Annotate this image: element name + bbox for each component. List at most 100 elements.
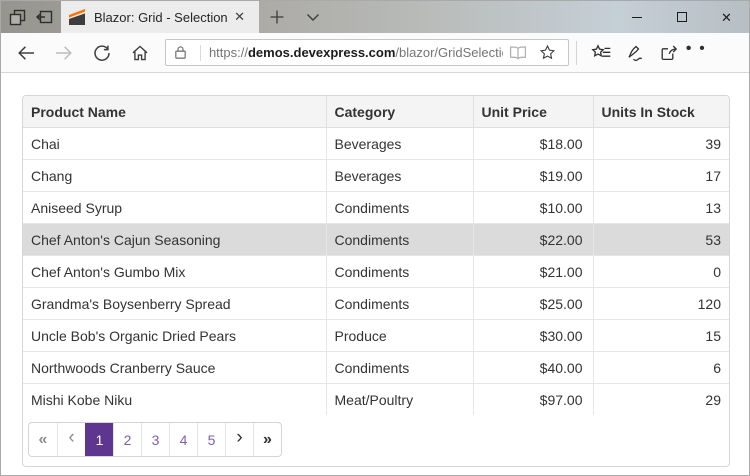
- devexpress-favicon: [69, 9, 85, 25]
- favorites-hub-icon[interactable]: [584, 35, 618, 71]
- grid-cell: 29: [593, 384, 730, 416]
- pager-first-button[interactable]: «: [29, 423, 57, 456]
- pager-prev-button[interactable]: ‹: [57, 423, 85, 456]
- pager-page-4[interactable]: 4: [169, 423, 197, 456]
- ellipsis-glyph: • • •: [686, 49, 720, 56]
- new-tab-button[interactable]: [259, 1, 295, 33]
- column-header-product-name[interactable]: Product Name: [23, 96, 326, 128]
- grid-cell: $97.00: [473, 384, 593, 416]
- grid-cell: 39: [593, 128, 730, 160]
- grid-cell: $19.00: [473, 160, 593, 192]
- grid-cell: $40.00: [473, 352, 593, 384]
- url-scheme: https://: [209, 45, 248, 60]
- grid-cell: Condiments: [326, 192, 473, 224]
- column-header-units-in-stock[interactable]: Units In Stock: [593, 96, 730, 128]
- window-controls: ✕: [614, 1, 749, 33]
- minimize-button[interactable]: [614, 1, 659, 33]
- grid-cell: Beverages: [326, 160, 473, 192]
- pager-last-button[interactable]: »: [253, 423, 281, 456]
- table-row[interactable]: Grandma's Boysenberry SpreadCondiments$2…: [23, 288, 730, 320]
- grid-cell: Condiments: [326, 288, 473, 320]
- grid-cell: Meat/Poultry: [326, 384, 473, 416]
- grid-cell: 13: [593, 192, 730, 224]
- tab-actions-area: [1, 1, 61, 33]
- title-bar: Blazor: Grid - Selection ✕ ✕: [1, 1, 749, 33]
- toolbar-divider: [576, 41, 577, 65]
- grid-cell: Aniseed Syrup: [23, 192, 326, 224]
- grid-cell: 15: [593, 320, 730, 352]
- address-separator: [200, 45, 201, 61]
- lock-icon: [172, 45, 193, 60]
- grid-cell: 6: [593, 352, 730, 384]
- data-grid: Product Name Category Unit Price Units I…: [22, 95, 730, 467]
- grid-cell: Chef Anton's Gumbo Mix: [23, 256, 326, 288]
- share-icon[interactable]: [652, 35, 686, 71]
- grid-cell: Condiments: [326, 352, 473, 384]
- grid-cell: Northwoods Cranberry Sauce: [23, 352, 326, 384]
- grid-cell: Condiments: [326, 224, 473, 256]
- table-row[interactable]: Chef Anton's Gumbo MixCondiments$21.000: [23, 256, 730, 288]
- table-row[interactable]: Northwoods Cranberry SauceCondiments$40.…: [23, 352, 730, 384]
- maximize-button[interactable]: [659, 1, 704, 33]
- grid-cell: 53: [593, 224, 730, 256]
- table-row[interactable]: Chef Anton's Cajun SeasoningCondiments$2…: [23, 224, 730, 256]
- titlebar-drag-area: [331, 1, 614, 33]
- url-text: https://demos.devexpress.com/blazor/Grid…: [209, 45, 503, 60]
- url-path: /blazor/GridSelection: [395, 45, 503, 60]
- grid-cell: Chai: [23, 128, 326, 160]
- grid-cell: Beverages: [326, 128, 473, 160]
- tab-preview-icon[interactable]: [9, 9, 26, 26]
- maximize-icon: [677, 12, 687, 22]
- page-content: Product Name Category Unit Price Units I…: [1, 73, 749, 476]
- grid-cell: Chang: [23, 160, 326, 192]
- tab-close-icon[interactable]: ✕: [228, 7, 251, 27]
- forward-button[interactable]: [45, 35, 83, 71]
- table-row[interactable]: Aniseed SyrupCondiments$10.0013: [23, 192, 730, 224]
- back-button[interactable]: [7, 35, 45, 71]
- column-header-unit-price[interactable]: Unit Price: [473, 96, 593, 128]
- browser-toolbar: https://demos.devexpress.com/blazor/Grid…: [1, 33, 749, 73]
- web-notes-pen-icon[interactable]: [618, 35, 652, 71]
- pager-next-button[interactable]: ›: [225, 423, 253, 456]
- table-row[interactable]: ChangBeverages$19.0017: [23, 160, 730, 192]
- grid-cell: $21.00: [473, 256, 593, 288]
- grid-cell: $10.00: [473, 192, 593, 224]
- pager-page-2[interactable]: 2: [113, 423, 141, 456]
- grid-cell: $18.00: [473, 128, 593, 160]
- pager-page-1[interactable]: 1: [85, 423, 113, 456]
- reading-view-icon[interactable]: [503, 45, 533, 60]
- url-domain: demos.devexpress.com: [248, 45, 395, 60]
- products-table: Product Name Category Unit Price Units I…: [23, 96, 730, 415]
- tab-list-chevron-icon[interactable]: [295, 1, 331, 33]
- pager-area: «‹12345›»: [23, 415, 729, 466]
- tab-title: Blazor: Grid - Selection: [94, 10, 228, 25]
- grid-cell: Uncle Bob's Organic Dried Pears: [23, 320, 326, 352]
- grid-cell: Condiments: [326, 256, 473, 288]
- pager-page-3[interactable]: 3: [141, 423, 169, 456]
- table-row[interactable]: ChaiBeverages$18.0039: [23, 128, 730, 160]
- refresh-button[interactable]: [83, 35, 121, 71]
- close-button[interactable]: ✕: [704, 1, 749, 33]
- add-favorite-star-icon[interactable]: [533, 44, 562, 61]
- grid-cell: 17: [593, 160, 730, 192]
- browser-tab[interactable]: Blazor: Grid - Selection ✕: [61, 1, 259, 33]
- grid-cell: Produce: [326, 320, 473, 352]
- grid-cell: $25.00: [473, 288, 593, 320]
- more-options-icon[interactable]: • • •: [686, 35, 720, 71]
- column-header-category[interactable]: Category: [326, 96, 473, 128]
- table-row[interactable]: Mishi Kobe NikuMeat/Poultry$97.0029: [23, 384, 730, 416]
- grid-cell: Mishi Kobe Niku: [23, 384, 326, 416]
- close-icon: ✕: [721, 11, 732, 24]
- grid-cell: Chef Anton's Cajun Seasoning: [23, 224, 326, 256]
- pager-page-5[interactable]: 5: [197, 423, 225, 456]
- grid-cell: $30.00: [473, 320, 593, 352]
- address-bar[interactable]: https://demos.devexpress.com/blazor/Grid…: [165, 39, 569, 66]
- grid-cell: 120: [593, 288, 730, 320]
- table-row[interactable]: Uncle Bob's Organic Dried PearsProduce$3…: [23, 320, 730, 352]
- home-button[interactable]: [121, 35, 159, 71]
- grid-body: ChaiBeverages$18.0039ChangBeverages$19.0…: [23, 128, 730, 416]
- set-tabs-aside-icon[interactable]: [35, 9, 53, 25]
- grid-cell: Grandma's Boysenberry Spread: [23, 288, 326, 320]
- pager: «‹12345›»: [28, 422, 282, 457]
- grid-cell: $22.00: [473, 224, 593, 256]
